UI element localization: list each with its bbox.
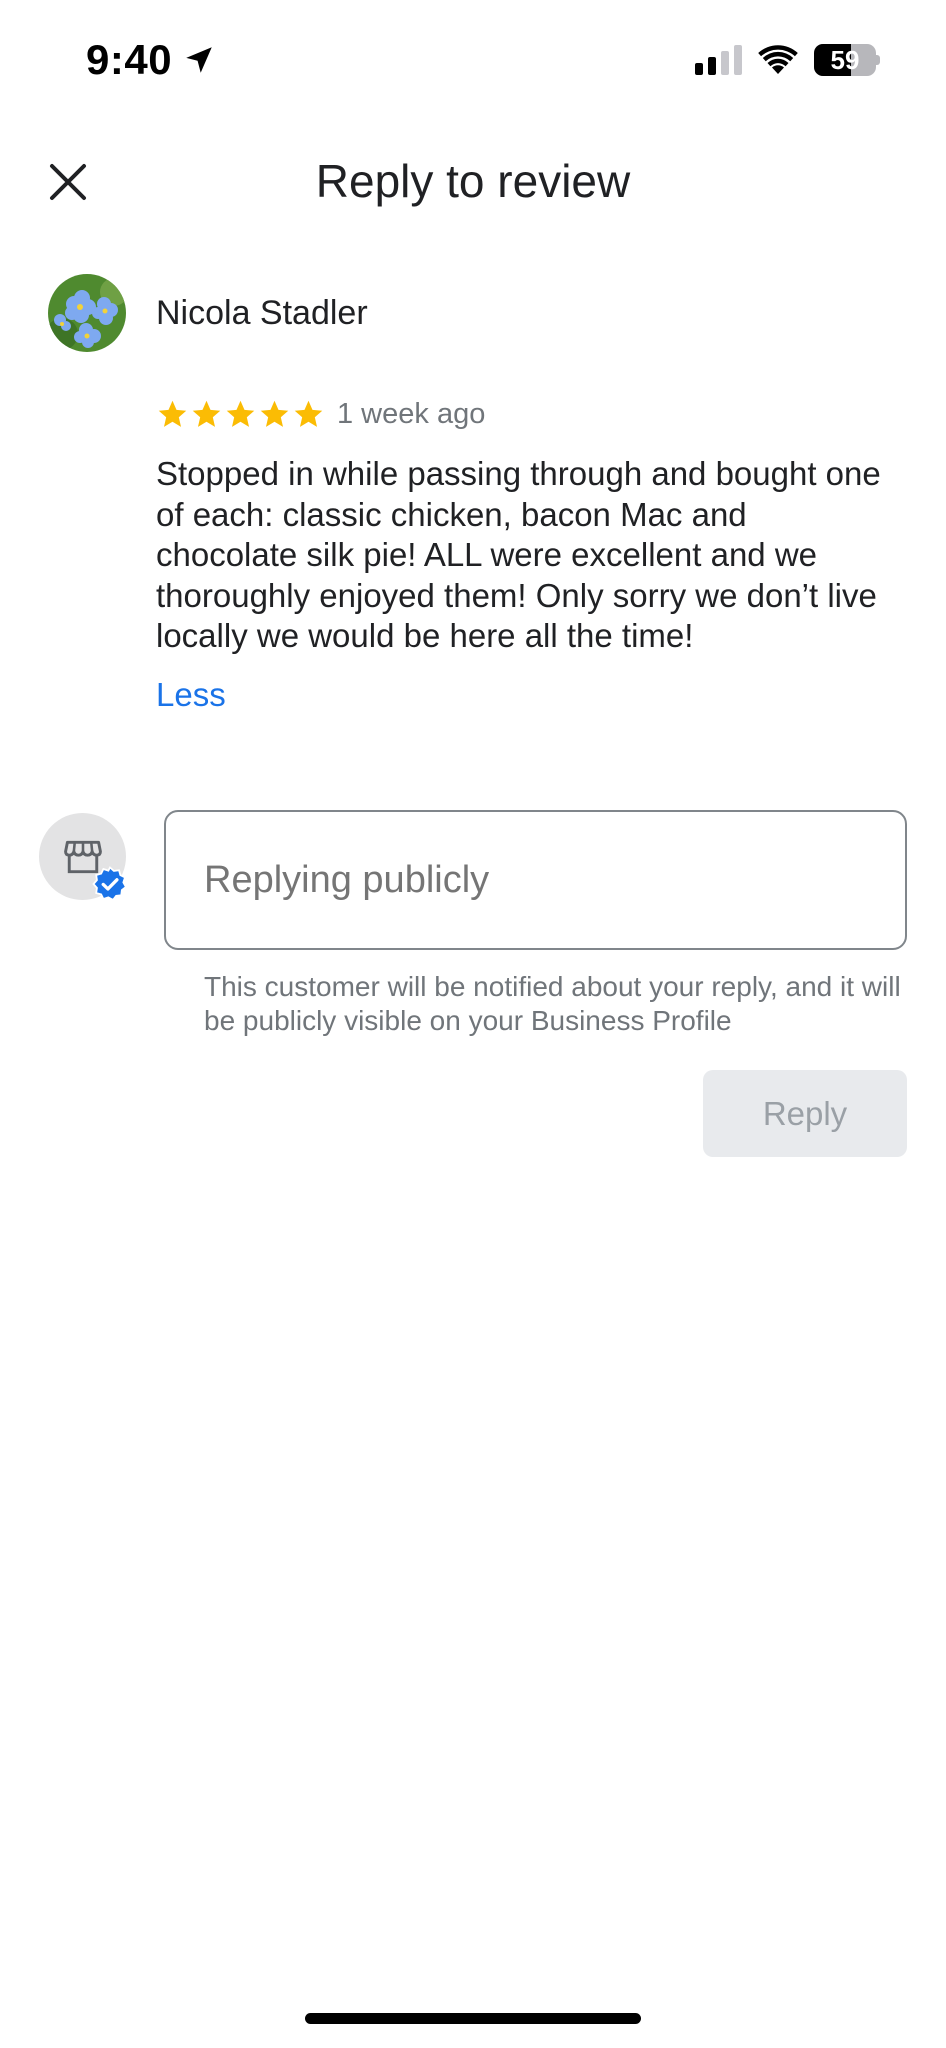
rating-row: 1 week ago bbox=[156, 398, 485, 431]
reply-button[interactable]: Reply bbox=[703, 1070, 907, 1157]
battery-percent: 59 bbox=[830, 45, 860, 75]
star-icon bbox=[294, 400, 323, 427]
flower-photo-icon bbox=[48, 274, 126, 352]
reply-visibility-notice: This customer will be notified about you… bbox=[204, 971, 901, 1036]
signal-bar bbox=[695, 63, 703, 75]
page-title: Reply to review bbox=[315, 155, 631, 207]
status-time-label: 9:40 bbox=[86, 36, 173, 83]
cellular-signal-icon bbox=[695, 45, 742, 75]
reviewer-name[interactable]: Nicola Stadler bbox=[156, 294, 368, 333]
reviewer-avatar[interactable] bbox=[48, 274, 126, 352]
star-icon bbox=[260, 400, 289, 427]
home-indicator[interactable] bbox=[305, 2013, 641, 2024]
review-timestamp: 1 week ago bbox=[337, 398, 486, 430]
signal-bar bbox=[721, 51, 729, 75]
star-icon bbox=[192, 400, 221, 427]
star-rating bbox=[156, 398, 325, 431]
location-arrow-icon bbox=[186, 47, 212, 73]
star-icon bbox=[226, 400, 255, 427]
less-link[interactable]: Less bbox=[156, 676, 226, 714]
status-bar-indicators: 59 bbox=[695, 44, 880, 76]
reply-input[interactable] bbox=[164, 810, 907, 950]
star-icon bbox=[158, 400, 187, 427]
wifi-icon bbox=[758, 45, 798, 74]
signal-bar bbox=[708, 57, 716, 75]
battery-icon: 59 bbox=[814, 44, 880, 76]
review-text: Stopped in while passing through and bou… bbox=[156, 455, 881, 654]
verified-badge-icon bbox=[92, 866, 128, 902]
signal-bar bbox=[734, 45, 742, 75]
status-bar-time: 9:40 bbox=[86, 36, 216, 84]
